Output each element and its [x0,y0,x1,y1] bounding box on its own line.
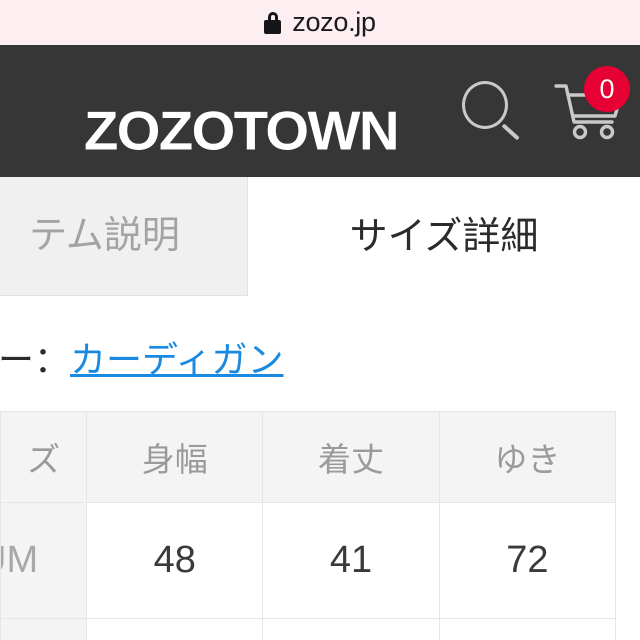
cell-body-width: 48 [86,502,264,619]
column-header-size: ズ [0,411,88,503]
url-text: zozo.jp [292,7,376,37]
column-header-length: 着丈 [262,411,440,503]
tab-item-description-label: テム説明 [29,215,180,257]
column-header-body-width: 身幅 [86,411,264,503]
cart-button[interactable]: 0 [550,66,630,150]
browser-url-bar[interactable]: zozo.jp [0,0,640,45]
site-header: ZOZOTOWN 0 [0,45,640,177]
category-link[interactable]: カーディガン [70,342,283,378]
zozotown-logo[interactable]: ZOZOTOWN [84,103,399,159]
cell-size-label: UM [2,539,39,581]
cart-badge: 0 [584,66,630,112]
cell-length: 41 [262,502,440,619]
table-header-row: ズ 身幅 着丈 ゆき [0,411,617,503]
cell-sleeve [438,618,617,640]
tab-size-details-label: サイズ詳細 [349,215,539,258]
search-icon[interactable] [458,78,524,144]
category-label: リー： [0,339,71,380]
cell-length [262,618,440,640]
app-screen: zozo.jp ZOZOTOWN 0 テム説明 サイズ詳細 ー： カーディガン … [0,0,640,640]
category-row: リー： カーディガン [0,330,640,390]
tab-size-details[interactable]: サイズ詳細 [248,177,640,296]
cell-size: UM [0,502,88,619]
column-header-sleeve: ゆき [438,411,617,503]
tab-item-description[interactable]: テム説明 [0,177,248,296]
table-row [0,618,617,640]
cell-size [0,618,88,640]
header-icon-group: 0 [458,45,630,177]
table-row: UM 48 41 72 [0,502,617,619]
lock-icon [264,11,282,34]
cell-sleeve: 72 [438,502,617,619]
tab-bar: テム説明 サイズ詳細 [0,177,640,297]
cell-body-width [86,618,264,640]
size-details-table: ズ 身幅 着丈 ゆき UM 48 41 72 [0,411,617,640]
